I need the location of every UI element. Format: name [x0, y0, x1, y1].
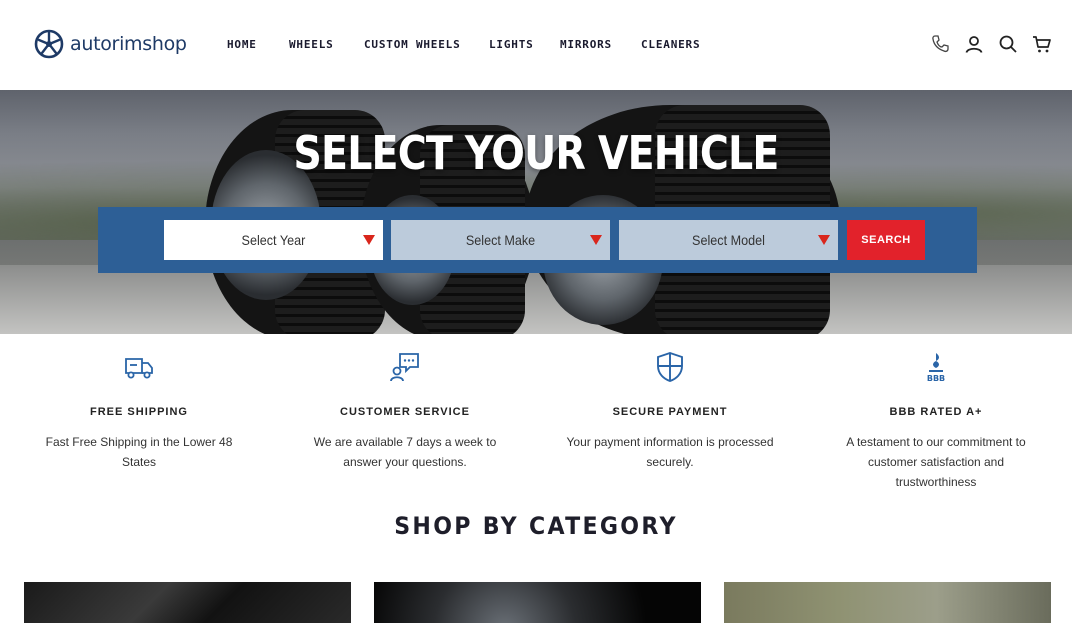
feature-description: Fast Free Shipping in the Lower 48 State…: [45, 435, 233, 469]
truck-icon: [122, 350, 156, 384]
make-select-label: Select Make: [465, 232, 536, 248]
logo[interactable]: autorimshop: [34, 29, 187, 59]
nav-wheels[interactable]: WHEELS: [289, 38, 364, 51]
feature-title: FREE SHIPPING: [90, 406, 188, 418]
feature-description: We are available 7 days a week to answer…: [313, 435, 497, 469]
category-card[interactable]: [374, 582, 701, 623]
shield-icon: [653, 350, 687, 384]
make-select[interactable]: Select Make: [391, 220, 610, 260]
category-card[interactable]: [724, 582, 1051, 623]
hero-road: [0, 265, 1072, 334]
feature-title: SECURE PAYMENT: [612, 406, 728, 418]
search-button[interactable]: SEARCH: [847, 220, 925, 260]
chevron-down-icon: [590, 235, 602, 245]
nav-lights[interactable]: LIGHTS: [489, 38, 560, 51]
search-icon[interactable]: [998, 34, 1018, 54]
chevron-down-icon: [363, 235, 375, 245]
site-header: autorimshop HOME WHEELS CUSTOM WHEELS LI…: [0, 0, 1072, 90]
hero-title: SELECT YOUR VEHICLE: [293, 126, 779, 180]
category-card[interactable]: [24, 582, 351, 623]
model-select[interactable]: Select Model: [619, 220, 838, 260]
model-select-label: Select Model: [692, 232, 765, 248]
feature-description: Your payment information is processed se…: [566, 435, 774, 469]
feature-title: CUSTOMER SERVICE: [340, 406, 470, 418]
phone-icon[interactable]: [930, 34, 950, 54]
account-icon[interactable]: [964, 34, 984, 54]
feature-title: BBB RATED A+: [889, 406, 983, 418]
year-select[interactable]: Select Year: [164, 220, 383, 260]
main-nav: HOME WHEELS CUSTOM WHEELS LIGHTS MIRRORS…: [227, 38, 721, 51]
cart-icon[interactable]: [1032, 34, 1052, 54]
vehicle-search-bar: Select Year Select Make Select Model SEA…: [98, 207, 977, 273]
chat-support-icon: [388, 350, 422, 384]
logo-text: autorimshop: [70, 33, 187, 55]
nav-cleaners[interactable]: CLEANERS: [641, 38, 721, 51]
nav-custom-wheels[interactable]: CUSTOM WHEELS: [364, 38, 489, 51]
year-select-label: Select Year: [241, 232, 306, 248]
chevron-down-icon: [818, 235, 830, 245]
header-icons: [930, 34, 1052, 54]
feature-description: A testament to our commitment to custome…: [846, 435, 1026, 489]
hero-banner: SELECT YOUR VEHICLE Select Year Select M…: [0, 90, 1072, 334]
nav-mirrors[interactable]: MIRRORS: [560, 38, 641, 51]
svg-text:BBB: BBB: [927, 374, 945, 383]
wheel-logo-icon: [34, 29, 64, 59]
nav-home[interactable]: HOME: [227, 38, 289, 51]
features-row: FREE SHIPPING Fast Free Shipping in the …: [0, 334, 1072, 494]
shop-by-category-heading: SHOP BY CATEGORY: [394, 512, 678, 540]
bbb-icon: BBB: [919, 350, 953, 384]
